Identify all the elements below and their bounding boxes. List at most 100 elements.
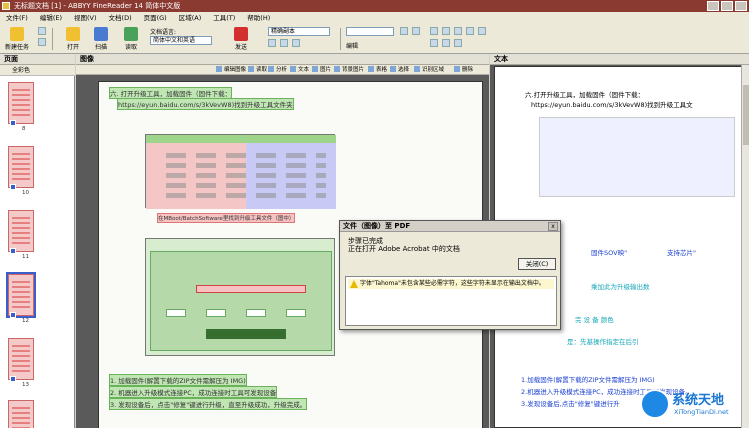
dialog-title: 文件（图像）至 PDF	[340, 221, 560, 232]
text-line: 1.加载固件(解置下载的ZIP文件需解压为 IMG)	[521, 376, 655, 384]
list-icon[interactable]	[430, 39, 438, 47]
format-icon[interactable]	[280, 39, 288, 47]
align-icon[interactable]	[478, 27, 486, 35]
page-number: 11	[22, 254, 29, 260]
delete-tool[interactable]: 删除	[454, 66, 473, 74]
bold-icon[interactable]	[430, 27, 438, 35]
close-button[interactable]	[735, 1, 747, 11]
font-size-icon[interactable]	[400, 27, 408, 35]
page-number: 13	[22, 382, 29, 388]
embedded-screenshot	[539, 117, 735, 197]
open-button[interactable]: 打开	[60, 26, 86, 52]
page-icon[interactable]	[38, 27, 46, 35]
star-icon	[10, 27, 24, 41]
page-number: 10	[22, 190, 29, 196]
menu-edit[interactable]: 编辑(E)	[40, 12, 62, 24]
text-line: 乘加此为升级输出数	[591, 283, 650, 291]
maximize-button[interactable]	[721, 1, 733, 11]
page-number: 8	[22, 126, 26, 132]
list-icon[interactable]	[442, 39, 450, 47]
table-tool[interactable]: 表格	[368, 66, 387, 74]
read-button[interactable]: 读取	[118, 26, 144, 52]
site-watermark: 系统天地 XiTongTianDi.net	[640, 385, 749, 428]
step-three-text: 3. 发现设备后，点击"修复"键进行升级，直至升级成功，升级完成。	[109, 398, 308, 410]
scan-button[interactable]: 扫描	[88, 26, 114, 52]
text-line: 完 设 备 颜色	[575, 316, 614, 324]
page-icon[interactable]	[38, 38, 46, 46]
main-toolbar: 新建任务 打开 扫描 读取 文档语言: 简体中文和英语 发送 精确副本 编辑	[0, 24, 749, 54]
menu-help[interactable]: 帮助(H)	[247, 12, 270, 24]
download-url-text: https://eyun.baidu.com/s/3kVevW8)找到升级工具文…	[117, 98, 294, 110]
window-title: 无标题文档 [1] - ABBYY FineReader 14 简体中文版	[14, 2, 181, 10]
background-picture-tool[interactable]: 背景图片	[334, 66, 364, 74]
read-icon	[124, 27, 138, 41]
doc-language-label: 文档语言:	[150, 29, 177, 36]
menu-view[interactable]: 视图(V)	[74, 12, 97, 24]
indent-icon[interactable]	[454, 39, 462, 47]
text-pane-scrollbar[interactable]	[741, 65, 749, 428]
menu-tools[interactable]: 工具(T)	[213, 12, 235, 24]
italic-icon[interactable]	[442, 27, 450, 35]
menu-document[interactable]: 文档(D)	[109, 12, 132, 24]
text-line: 支持芯片"	[667, 249, 696, 257]
text-header: 文本	[490, 54, 749, 65]
new-task-button[interactable]: 新建任务	[4, 26, 30, 52]
watermark-title: 系统天地	[672, 393, 725, 408]
format-icon[interactable]	[292, 39, 300, 47]
page-thumbnail[interactable]	[8, 146, 34, 188]
align-icon[interactable]	[466, 27, 474, 35]
menu-file[interactable]: 文件(F)	[6, 12, 28, 24]
menu-page[interactable]: 页面(G)	[144, 12, 167, 24]
page-thumbnail[interactable]	[8, 82, 34, 124]
recognize-area-tool[interactable]: 识别区域	[414, 66, 444, 74]
screenshot-file-browser	[145, 134, 336, 209]
page-thumbnail[interactable]	[8, 338, 34, 380]
folder-icon	[66, 27, 80, 41]
title-bar: 无标题文档 [1] - ABBYY FineReader 14 简体中文版	[0, 0, 749, 12]
color-mode-label[interactable]: 全彩色	[4, 67, 30, 74]
font-size-icon[interactable]	[412, 27, 420, 35]
checkbox-icon[interactable]	[10, 376, 16, 382]
checkbox-icon[interactable]	[10, 120, 16, 126]
analyze-tool[interactable]: 分析	[268, 66, 287, 74]
warning-icon	[350, 280, 358, 288]
picture-tool[interactable]: 图片	[312, 66, 331, 74]
app-icon	[2, 2, 10, 10]
conversion-dialog: 文件（图像）至 PDF x 步骤已完成 正在打开 Adobe Acrobat 中…	[339, 220, 561, 330]
warning-item[interactable]: 字体"Tahoma"未包含某些必需字符，这些字符未显示在输出文档中。	[348, 279, 554, 289]
checkbox-icon[interactable]	[10, 248, 16, 254]
select-tool[interactable]: 选择	[390, 66, 409, 74]
dialog-submessage: 正在打开 Adobe Acrobat 中的文档	[348, 245, 460, 253]
image-header: 图像	[76, 54, 489, 65]
checkbox-icon[interactable]	[10, 184, 16, 190]
pages-subtoolbar: 全彩色	[0, 65, 75, 76]
page-thumbnail-selected[interactable]	[6, 272, 36, 318]
screenshot-upgrade-tool	[145, 238, 335, 356]
read-tool[interactable]: 读取	[248, 66, 267, 74]
pdf-icon	[234, 27, 248, 41]
dialog-close-icon[interactable]: x	[548, 222, 558, 231]
page-thumbnail[interactable]	[8, 210, 34, 252]
text-tool[interactable]: 文本	[290, 66, 309, 74]
text-line: https://eyun.baidu.com/s/3kVevW8)找到升级工具文	[531, 101, 693, 109]
checkbox-icon[interactable]	[10, 312, 16, 318]
doc-language-select[interactable]: 简体中文和英语	[150, 36, 212, 45]
format-icon[interactable]	[268, 39, 276, 47]
menu-area[interactable]: 区域(A)	[179, 12, 202, 24]
edit-image-tool[interactable]: 编辑图像	[216, 66, 246, 74]
text-line: 六.打开升级工具，加载固件（固件下载：	[525, 91, 645, 99]
edit-label[interactable]: 编辑	[346, 41, 358, 50]
step-one-text: 1. 加载固件(解置下载的ZIP文件需解压为 IMG)	[109, 374, 247, 386]
underline-icon[interactable]	[454, 27, 462, 35]
text-line: 是：先基操作指定在后引	[567, 338, 639, 346]
image-toolbar: 编辑图像 读取 分析 文本 图片 背景图片 表格 选择 识别区域 删除	[76, 65, 489, 75]
menu-bar: 文件(F) 编辑(E) 视图(V) 文档(D) 页面(G) 区域(A) 工具(T…	[0, 12, 749, 24]
minimize-button[interactable]	[707, 1, 719, 11]
page-thumbnail[interactable]	[8, 400, 34, 428]
dialog-close-button[interactable]: 关闭(C)	[518, 258, 556, 270]
warning-list: 字体"Tahoma"未包含某些必需字符，这些字符未显示在输出文档中。	[345, 276, 557, 326]
font-select[interactable]	[346, 27, 394, 36]
scanner-icon	[94, 27, 108, 41]
mode-select[interactable]: 精确副本	[268, 27, 330, 36]
send-button[interactable]: 发送	[228, 26, 254, 52]
